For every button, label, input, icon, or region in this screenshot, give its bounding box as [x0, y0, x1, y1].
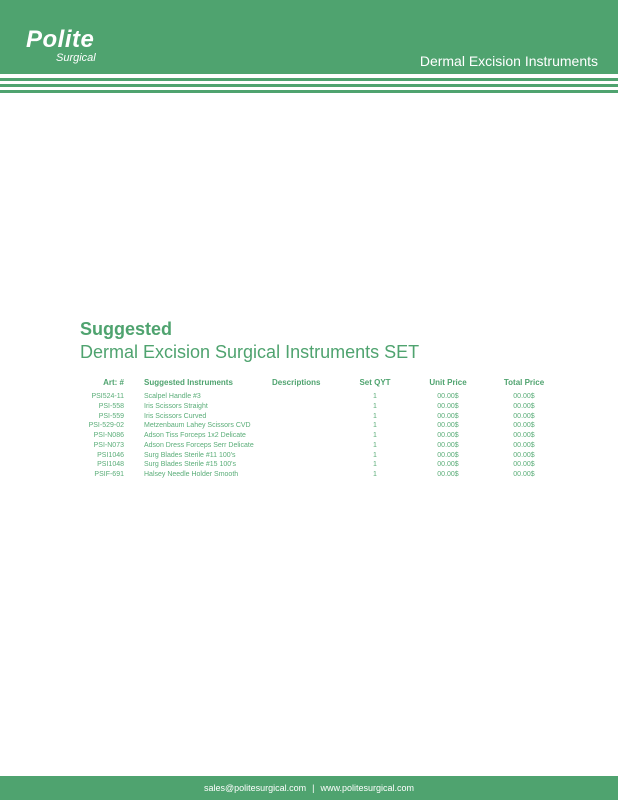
cell-unit-price: 00.00$ — [437, 432, 459, 439]
section-heading: Suggested — [80, 319, 173, 339]
cell-instrument-name: Surg Blades Sterile #11 100's — [144, 451, 236, 459]
cell-art-number: PSIF-691 — [94, 471, 124, 478]
cell-instrument-name: Metzenbaum Lahey Scissors CVD — [144, 422, 251, 430]
logo-subtitle: Surgical — [56, 52, 96, 64]
cell-art-number: PSI-558 — [98, 402, 124, 410]
cell-quantity: 1 — [373, 402, 377, 410]
cell-instrument-name: Iris Scissors Straight — [144, 402, 208, 410]
cell-quantity: 1 — [373, 461, 377, 469]
table-row: PSI-N073 Adson Dress Forceps Serr Delicat… — [80, 441, 564, 451]
cell-total-price: 00.00$ — [513, 451, 535, 459]
cell-description — [272, 392, 338, 402]
table-row: PSI-529-02 Metzenbaum Lahey Scissors CVD 1… — [80, 421, 564, 431]
cell-quantity: 1 — [373, 412, 377, 420]
cell-instrument-name: Adson Tiss Forceps 1x2 Delicate — [144, 432, 246, 439]
cell-instrument-name: Iris Scissors Curved — [144, 412, 207, 420]
table-row: PSI1048 Surg Blades Sterile #15 100's 1 00.… — [80, 460, 564, 470]
footer-email[interactable]: sales@politesurgical.com — [204, 783, 306, 793]
cell-art-number: PSI1046 — [97, 451, 124, 459]
cell-unit-price: 00.00$ — [437, 402, 459, 410]
cell-total-price: 00.00$ — [513, 412, 535, 420]
cell-description — [272, 402, 338, 412]
cell-unit-price: 00.00$ — [437, 393, 459, 400]
table-body: PSI524-11 Scalpel Handle #3 1 00.00$ 00.00$ P… — [80, 392, 564, 480]
cell-unit-price: 00.00$ — [437, 422, 459, 430]
cell-unit-price: 00.00$ — [437, 471, 459, 478]
column-header-descriptions: Descriptions — [272, 378, 321, 387]
cell-description — [272, 460, 338, 470]
footer-website[interactable]: www.politesurgical.com — [320, 783, 414, 793]
divider-stripe — [0, 84, 618, 87]
cell-instrument-name: Adson Dress Forceps Serr Delicate — [144, 441, 254, 449]
cell-instrument-name: Halsey Needle Holder Smooth — [144, 471, 239, 478]
cell-description — [272, 431, 338, 441]
column-header-quantity: Set QYT — [359, 378, 391, 387]
cell-art-number: PSI-559 — [98, 412, 124, 420]
cell-quantity: 1 — [373, 441, 377, 449]
cell-unit-price: 00.00$ — [437, 441, 459, 449]
cell-description — [272, 470, 338, 480]
cell-art-number: PSI-N086 — [93, 432, 124, 439]
cell-instrument-name: Surg Blades Sterile #15 100's — [144, 461, 237, 469]
footer-separator: | — [312, 783, 315, 793]
column-header-unit-price: Unit Price — [429, 378, 467, 387]
header-banner: Polite Surgical Dermal Excision Instrume… — [0, 0, 618, 74]
table-row: PSIF-691 Halsey Needle Holder Smooth 1 00.0… — [80, 470, 564, 480]
cell-total-price: 00.00$ — [513, 471, 535, 478]
table-row: PSI1046 Surg Blades Sterile #11 100's 1 00.… — [80, 451, 564, 461]
cell-instrument-name: Scalpel Handle #3 — [144, 393, 201, 400]
cell-quantity: 1 — [373, 393, 377, 400]
divider-stripe — [0, 78, 618, 81]
cell-total-price: 00.00$ — [513, 422, 535, 430]
cell-unit-price: 00.00$ — [437, 451, 459, 459]
column-header-art: Art: # — [103, 378, 124, 387]
cell-unit-price: 00.00$ — [437, 461, 459, 469]
company-logo: Polite Surgical — [26, 26, 96, 65]
table-row: PSI-559 Iris Scissors Curved 1 00.00$ 00.00$ — [80, 412, 564, 422]
cell-unit-price: 00.00$ — [437, 412, 459, 420]
table-row: PSI524-11 Scalpel Handle #3 1 00.00$ 00.00$ — [80, 392, 564, 402]
cell-art-number: PSI524-11 — [91, 393, 124, 400]
column-header-instruments: Suggested Instruments — [144, 378, 233, 387]
table-row: PSI-N086 Adson Tiss Forceps 1x2 Delicate 1… — [80, 431, 564, 441]
cell-description — [272, 412, 338, 422]
cell-quantity: 1 — [373, 432, 377, 439]
header-title: Dermal Excision Instruments — [419, 53, 598, 69]
footer-bar: sales@politesurgical.com | www.politesurgi… — [0, 776, 618, 800]
cell-total-price: 00.00$ — [513, 441, 535, 449]
divider-stripe — [0, 90, 618, 93]
cell-art-number: PSI1048 — [97, 461, 124, 469]
cell-art-number: PSI-N073 — [93, 441, 124, 449]
cell-description — [272, 441, 338, 451]
logo-wordmark: Polite — [26, 26, 95, 53]
cell-description — [272, 421, 338, 431]
cell-quantity: 1 — [373, 471, 377, 478]
cell-total-price: 00.00$ — [513, 402, 535, 410]
cell-description — [272, 451, 338, 461]
cell-quantity: 1 — [373, 451, 377, 459]
cell-quantity: 1 — [373, 422, 377, 430]
cell-total-price: 00.00$ — [513, 432, 535, 439]
table-header-row: Art: # Suggested Instruments Description… — [80, 378, 564, 392]
cell-total-price: 00.00$ — [513, 461, 535, 469]
cell-total-price: 00.00$ — [513, 393, 535, 400]
section-subtitle: Dermal Excision Surgical Instruments SET — [80, 342, 420, 362]
table-row: PSI-558 Iris Scissors Straight 1 00.00$ 00.0… — [80, 402, 564, 412]
cell-art-number: PSI-529-02 — [88, 422, 124, 430]
column-header-total-price: Total Price — [503, 378, 545, 387]
instruments-table: Art: # Suggested Instruments Description… — [80, 378, 564, 480]
